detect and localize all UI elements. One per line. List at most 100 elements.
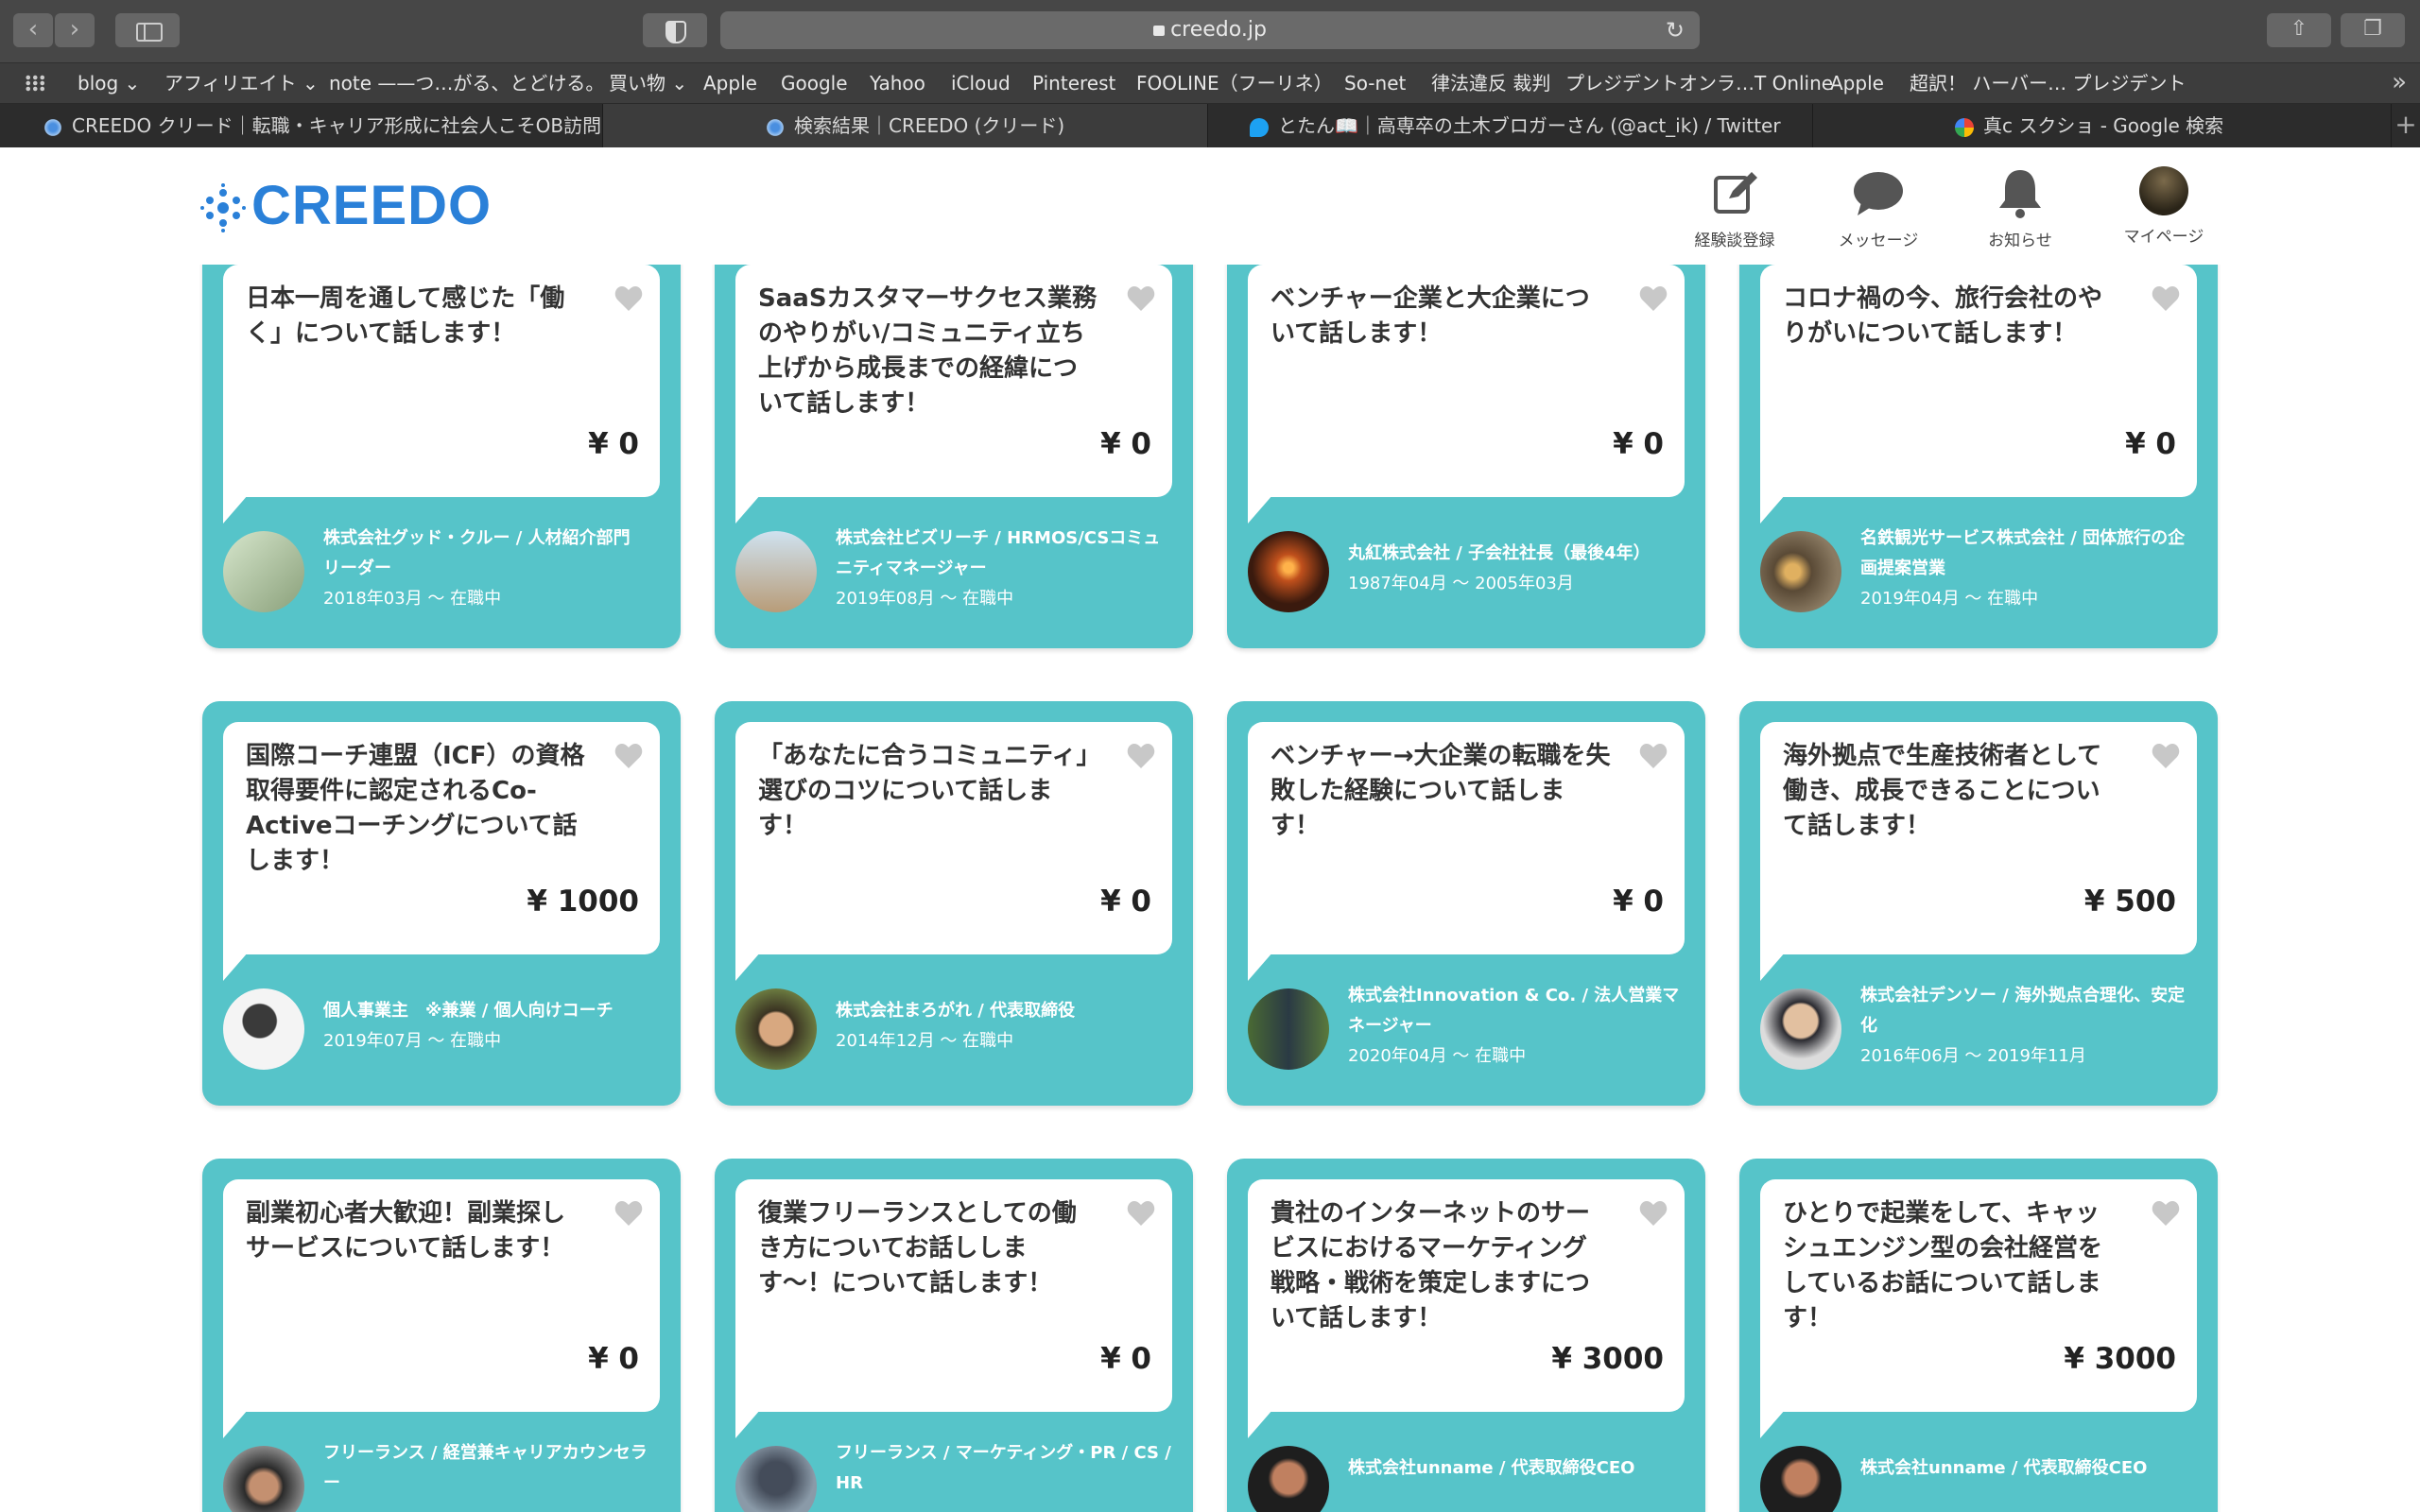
experience-card[interactable]: 「あなたに合うコミュニティ」選びのコツについて話します！ ¥ 0 株式会社まろが… <box>715 701 1193 1106</box>
speech-bubble: 復業フリーランスとしての働き方についてお話しします〜！について話します！ ¥ 0 <box>735 1179 1172 1412</box>
experience-card[interactable]: 海外拠点で生産技術者として働き、成長できることについて話します！ ¥ 500 株… <box>1739 701 2218 1106</box>
host-avatar <box>1248 988 1329 1070</box>
apps-grid-icon[interactable] <box>25 75 45 92</box>
experience-card[interactable]: ひとりで起業をして、キャッシュエンジン型の会社経営をしているお話について話します… <box>1739 1159 2218 1512</box>
nav-label: 経験談登録 <box>1694 232 1775 250</box>
card-price: ¥ 0 <box>588 427 639 461</box>
host-avatar <box>735 1446 817 1512</box>
favorite-item[interactable]: Google <box>781 63 848 103</box>
heart-icon[interactable] <box>614 285 643 312</box>
experience-card[interactable]: ベンチャー企業と大企業について話します！ ¥ 0 丸紅株式会社 / 子会社社長（… <box>1227 265 1705 648</box>
url-text: creedo.jp <box>1170 18 1267 42</box>
favorites-overflow-icon[interactable]: » <box>2392 63 2407 101</box>
card-title: SaaSカスタマーサクセス業務のやりがい/コミュニティ立ち上げから成長までの経緯… <box>758 284 1098 418</box>
address-bar[interactable]: creedo.jp ↻ <box>720 11 1700 49</box>
new-tab-button[interactable]: + <box>2392 104 2420 147</box>
speech-bubble: 「あなたに合うコミュニティ」選びのコツについて話します！ ¥ 0 <box>735 722 1172 954</box>
favorite-item[interactable]: FOOLINE（フーリネ） <box>1136 63 1333 103</box>
host-company: 名鉄観光サービス株式会社 / 団体旅行の企画提案営業 <box>1860 528 2186 578</box>
host-period: 2020年04月 〜 在職中 <box>1348 1046 1527 1066</box>
favorite-item[interactable]: blog ⌄ <box>78 63 140 103</box>
tab-twitter[interactable]: とたん📖｜高専卒の土木ブロガーさん (@act_ik) / Twitter <box>1208 104 1813 147</box>
heart-icon[interactable] <box>614 743 643 769</box>
twitter-icon <box>1250 117 1269 137</box>
favorite-item[interactable]: Apple <box>703 63 757 103</box>
favorite-item[interactable]: Yahoo <box>870 63 925 103</box>
share-button[interactable]: ⇧ <box>2267 13 2331 47</box>
host-avatar <box>735 988 817 1070</box>
heart-icon[interactable] <box>1639 285 1668 312</box>
card-price: ¥ 0 <box>2125 427 2176 461</box>
sidebar-toggle-button[interactable] <box>115 13 180 47</box>
host-period: 2018年03月 〜 在職中 <box>323 589 502 609</box>
experience-card[interactable]: SaaSカスタマーサクセス業務のやりがい/コミュニティ立ち上げから成長までの経緯… <box>715 265 1193 648</box>
browser-toolbar: ‹ › creedo.jp ↻ ⇧ ❐ <box>0 0 2420 63</box>
tab-google[interactable]: 真c スクショ - Google 検索 <box>1813 104 2392 147</box>
favorite-item[interactable]: アフィリエイト ⌄ <box>164 63 319 103</box>
host-avatar <box>1760 1446 1841 1512</box>
forward-button[interactable]: › <box>55 13 95 47</box>
tab-overview-button[interactable]: ❐ <box>2341 13 2405 47</box>
card-title: 副業初心者大歓迎！副業探しサービスについて話します！ <box>246 1199 566 1263</box>
nav-messages[interactable]: メッセージ <box>1826 166 1930 250</box>
heart-icon[interactable] <box>1639 743 1668 769</box>
favorite-item[interactable]: Apple <box>1830 63 1884 103</box>
card-title: ベンチャー→大企業の転職を失敗した経験について話します！ <box>1270 742 1611 840</box>
host-avatar <box>1760 988 1841 1070</box>
card-price: ¥ 0 <box>1613 427 1664 461</box>
shield-icon <box>666 21 686 43</box>
tab-search-results[interactable]: 検索結果｜CREEDO (クリード) <box>603 104 1208 147</box>
heart-icon[interactable] <box>2152 743 2180 769</box>
favorite-item[interactable]: 超訳！ ハーバー… プレジデント <box>1910 63 2187 103</box>
card-price: ¥ 0 <box>588 1342 639 1376</box>
heart-icon[interactable] <box>2152 1200 2180 1227</box>
host-avatar <box>735 531 817 612</box>
back-button[interactable]: ‹ <box>13 13 53 47</box>
experience-card[interactable]: コロナ禍の今、旅行会社のやりがいについて話します！ ¥ 0 名鉄観光サービス株式… <box>1739 265 2218 648</box>
host-avatar <box>1248 1446 1329 1512</box>
experience-card-grid: 日本一周を通して感じた「働く」について話します！ ¥ 0 株式会社グッド・クルー… <box>0 265 2420 1512</box>
host-company: 株式会社ビズリーチ / HRMOS/CSコミュニティマネージャー <box>836 528 1161 578</box>
experience-card[interactable]: ベンチャー→大企業の転職を失敗した経験について話します！ ¥ 0 株式会社Inn… <box>1227 701 1705 1106</box>
card-price: ¥ 3000 <box>1551 1342 1664 1376</box>
host-avatar <box>223 988 304 1070</box>
card-title: 日本一周を通して感じた「働く」について話します！ <box>246 284 565 348</box>
heart-icon[interactable] <box>1127 285 1155 312</box>
experience-card[interactable]: 日本一周を通して感じた「働く」について話します！ ¥ 0 株式会社グッド・クルー… <box>202 265 681 648</box>
heart-icon[interactable] <box>2152 285 2180 312</box>
heart-icon[interactable] <box>1127 1200 1155 1227</box>
heart-icon[interactable] <box>1639 1200 1668 1227</box>
favorite-item[interactable]: So-net <box>1344 63 1406 103</box>
google-icon <box>1955 117 1974 137</box>
experience-card[interactable]: 国際コーチ連盟（ICF）の資格取得要件に認定されるCo-Activeコーチングに… <box>202 701 681 1106</box>
experience-card[interactable]: 副業初心者大歓迎！副業探しサービスについて話します！ ¥ 0 フリーランス / … <box>202 1159 681 1512</box>
host-company: フリーランス / マーケティング・PR / CS / HR <box>836 1443 1171 1493</box>
speech-bubble: ひとりで起業をして、キャッシュエンジン型の会社経営をしているお話について話します… <box>1760 1179 2197 1412</box>
card-price: ¥ 0 <box>1100 1342 1151 1376</box>
privacy-report-button[interactable] <box>643 13 707 47</box>
host-info: 株式会社unname / 代表取締役CEO <box>1860 1453 2201 1484</box>
host-company: 株式会社Innovation & Co. / 法人営業マネージャー <box>1348 986 1680 1036</box>
nav-label: お知らせ <box>1988 232 2052 250</box>
nav-register-experience[interactable]: 経験談登録 <box>1683 166 1787 250</box>
nav-notifications[interactable]: お知らせ <box>1968 166 2072 250</box>
heart-icon[interactable] <box>614 1200 643 1227</box>
experience-card[interactable]: 復業フリーランスとしての働き方についてお話しします〜！について話します！ ¥ 0… <box>715 1159 1193 1512</box>
favorite-item[interactable]: 律法違反 裁判 <box>1431 63 1550 103</box>
tab-creedo-home[interactable]: CREEDO クリード｜転職・キャリア形成に社会人こそOB訪問 <box>0 104 603 147</box>
host-period: 2019年04月 〜 在職中 <box>1860 589 2039 609</box>
experience-card[interactable]: 貴社のインターネットのサービスにおけるマーケティング戦略・戦術を策定しますについ… <box>1227 1159 1705 1512</box>
heart-icon[interactable] <box>1127 743 1155 769</box>
reload-icon[interactable]: ↻ <box>1666 11 1685 49</box>
favorite-item[interactable]: iCloud <box>951 63 1011 103</box>
tab-bar: CREEDO クリード｜転職・キャリア形成に社会人こそOB訪問 検索結果｜CRE… <box>0 104 2420 147</box>
favorite-item[interactable]: Pinterest <box>1032 63 1115 103</box>
host-info: 株式会社ビズリーチ / HRMOS/CSコミュニティマネージャー 2019年08… <box>836 524 1176 614</box>
host-info: フリーランス / マーケティング・PR / CS / HR <box>836 1438 1176 1499</box>
host-avatar <box>1760 531 1841 612</box>
host-info: フリーランス / 経営兼キャリアカウンセラー <box>323 1438 664 1499</box>
favorite-item[interactable]: 買い物 ⌄ <box>609 63 687 103</box>
favorite-item[interactable]: プレジデントオンラ…T Online <box>1565 63 1833 103</box>
favorite-item[interactable]: note ——つ…がる、とどける。 <box>329 63 604 103</box>
nav-mypage[interactable]: マイページ <box>2112 166 2216 247</box>
